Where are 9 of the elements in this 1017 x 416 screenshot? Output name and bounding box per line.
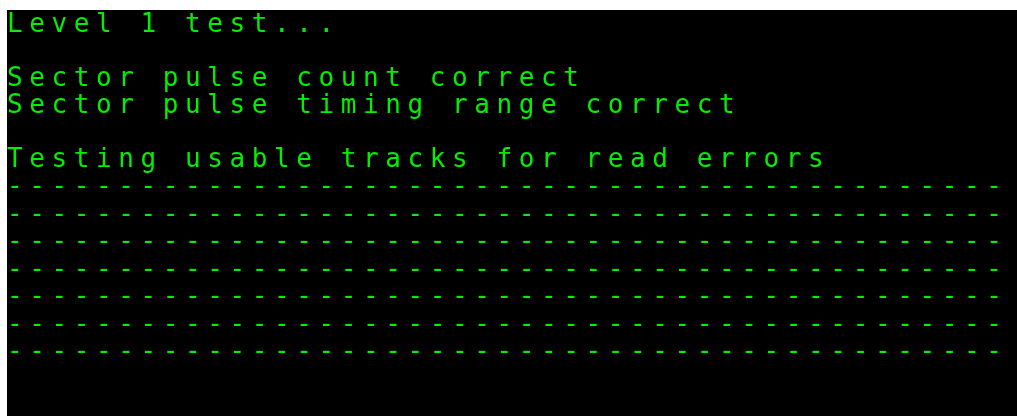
terminal-text: Level 1 test... [7, 10, 341, 38]
dashed-line: --------------------------------------------- [7, 307, 1009, 338]
terminal-text: Sector pulse count correct [7, 61, 586, 92]
terminal-text: Testing usable tracks for read errors [7, 142, 831, 173]
dashed-line: --------------------------------------------- [7, 280, 1009, 310]
dashed-line: --------------------------------------------- [7, 225, 1009, 255]
dashed-line: --------------------------------------------- [7, 252, 1009, 283]
dashed-line: --------------------------------------------- [7, 197, 1009, 228]
dashed-line: --------------------------------------------- [7, 335, 1009, 365]
